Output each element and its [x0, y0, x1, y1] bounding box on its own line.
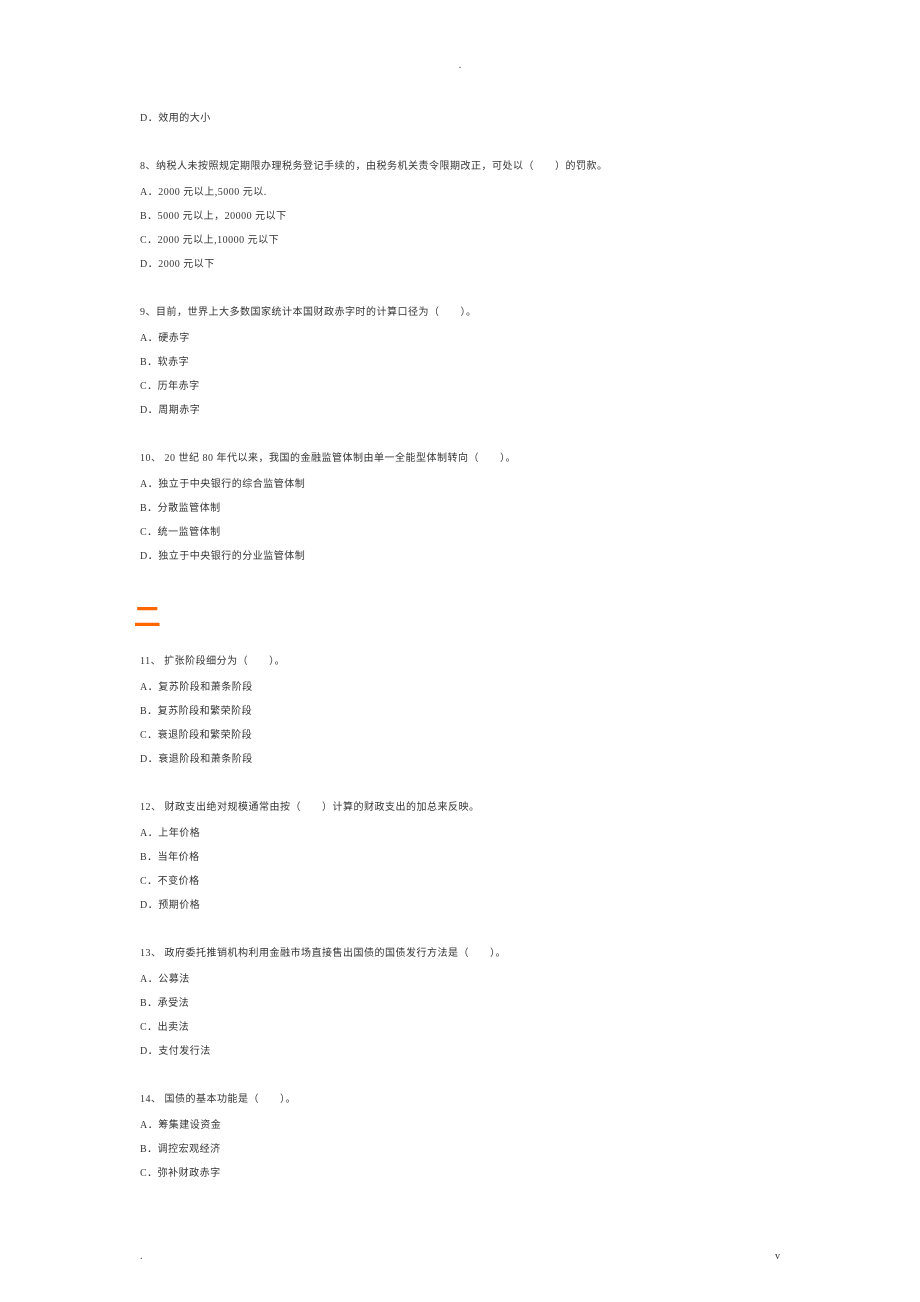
q13-option-c: C．出卖法 [140, 1020, 780, 1036]
q12-option-b: B．当年价格 [140, 850, 780, 866]
header-marker: . [140, 60, 780, 71]
q8-option-d: D．2000 元以下 [140, 257, 780, 273]
q14-text: 14、 国债的基本功能是（ ）。 [140, 1092, 780, 1108]
q13-option-b: B．承受法 [140, 996, 780, 1012]
q7-option-d: D．效用的大小 [140, 111, 780, 127]
section-two-heading: 二 [134, 597, 780, 634]
q11-option-b: B．复苏阶段和繁荣阶段 [140, 704, 780, 720]
q13-text: 13、 政府委托推销机构利用金融市场直接售出国债的国债发行方法是（ ）。 [140, 946, 780, 962]
q12-option-d: D．预期价格 [140, 898, 780, 914]
q14-option-c: C．弥补财政赤字 [140, 1166, 780, 1182]
question-12: 12、 财政支出绝对规模通常由按（ ）计算的财政支出的加总来反映。 A．上年价格… [140, 800, 780, 914]
q11-text: 11、 扩张阶段细分为（ ）。 [140, 654, 780, 670]
question-13: 13、 政府委托推销机构利用金融市场直接售出国债的国债发行方法是（ ）。 A．公… [140, 946, 780, 1060]
q8-option-a: A．2000 元以上,5000 元以. [140, 185, 780, 201]
q13-option-a: A．公募法 [140, 972, 780, 988]
q14-option-b: B．调控宏观经济 [140, 1142, 780, 1158]
question-7-tail: D．效用的大小 [140, 111, 780, 127]
q8-text: 8、纳税人未按照规定期限办理税务登记手续的，由税务机关责令限期改正，可处以（ ）… [140, 159, 780, 175]
q10-option-d: D．独立于中央银行的分业监管体制 [140, 549, 780, 565]
q9-text: 9、目前，世界上大多数国家统计本国财政赤字时的计算口径为（ ）。 [140, 305, 780, 321]
question-10: 10、 20 世纪 80 年代以来，我国的金融监管体制由单一全能型体制转向（ ）… [140, 451, 780, 565]
footer-left: . [140, 1251, 143, 1262]
question-8: 8、纳税人未按照规定期限办理税务登记手续的，由税务机关责令限期改正，可处以（ ）… [140, 159, 780, 273]
question-9: 9、目前，世界上大多数国家统计本国财政赤字时的计算口径为（ ）。 A．硬赤字 B… [140, 305, 780, 419]
question-14: 14、 国债的基本功能是（ ）。 A．筹集建设资金 B．调控宏观经济 C．弥补财… [140, 1092, 780, 1182]
question-11: 11、 扩张阶段细分为（ ）。 A．复苏阶段和萧条阶段 B．复苏阶段和繁荣阶段 … [140, 654, 780, 768]
q11-option-c: C．衰退阶段和繁荣阶段 [140, 728, 780, 744]
q9-option-c: C．历年赤字 [140, 379, 780, 395]
q14-option-a: A．筹集建设资金 [140, 1118, 780, 1134]
q12-text: 12、 财政支出绝对规模通常由按（ ）计算的财政支出的加总来反映。 [140, 800, 780, 816]
q9-option-d: D．周期赤字 [140, 403, 780, 419]
q9-option-a: A．硬赤字 [140, 331, 780, 347]
q8-option-b: B．5000 元以上，20000 元以下 [140, 209, 780, 225]
q10-text: 10、 20 世纪 80 年代以来，我国的金融监管体制由单一全能型体制转向（ ）… [140, 451, 780, 467]
q10-option-c: C．统一监管体制 [140, 525, 780, 541]
page-footer: . v [0, 1251, 920, 1262]
q13-option-d: D．支付发行法 [140, 1044, 780, 1060]
q9-option-b: B．软赤字 [140, 355, 780, 371]
q11-option-d: D．衰退阶段和萧条阶段 [140, 752, 780, 768]
q12-option-a: A．上年价格 [140, 826, 780, 842]
q10-option-a: A．独立于中央银行的综合监管体制 [140, 477, 780, 493]
q12-option-c: C．不变价格 [140, 874, 780, 890]
q8-option-c: C．2000 元以上,10000 元以下 [140, 233, 780, 249]
q11-option-a: A．复苏阶段和萧条阶段 [140, 680, 780, 696]
q10-option-b: B．分散监管体制 [140, 501, 780, 517]
footer-right: v [775, 1251, 780, 1262]
